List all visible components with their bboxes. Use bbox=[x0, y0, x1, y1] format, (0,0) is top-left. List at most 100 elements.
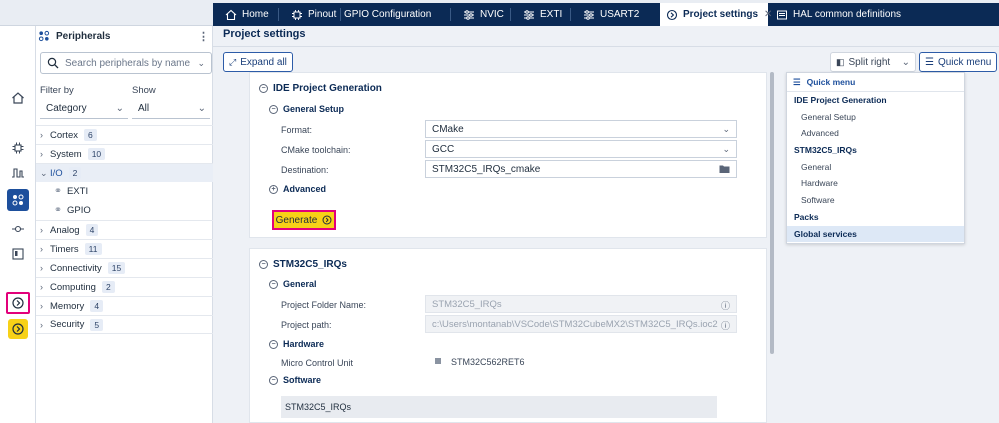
middleware-rail-button[interactable] bbox=[8, 219, 28, 239]
home-rail-button[interactable] bbox=[8, 88, 28, 108]
count-badge: 2 bbox=[68, 167, 82, 179]
software-header[interactable]: − Software bbox=[269, 375, 321, 385]
tab-pinout[interactable]: Pinout bbox=[285, 3, 342, 26]
tab-usart2[interactable]: USART2 bbox=[577, 3, 645, 26]
tree-item-label: Security bbox=[50, 319, 85, 330]
tab-hal-common-definitions[interactable]: HAL common definitions bbox=[770, 3, 907, 26]
project-general-header[interactable]: − General bbox=[269, 279, 317, 289]
quick-menu-item-general-setup[interactable]: General Setup bbox=[787, 109, 964, 125]
peripherals-title: Peripherals bbox=[56, 30, 111, 42]
filter-by-value: Category bbox=[46, 103, 87, 114]
toolchain-select[interactable]: GCC ⌄ bbox=[425, 140, 737, 158]
quick-menu-item-advanced[interactable]: Advanced bbox=[787, 125, 964, 141]
tree-subitem-gpio[interactable]: ⚭ GPIO bbox=[54, 201, 91, 220]
hardware-header[interactable]: − Hardware bbox=[269, 339, 324, 349]
doc-icon bbox=[776, 9, 788, 21]
count-badge: 6 bbox=[83, 129, 97, 141]
chevron-right-icon: › bbox=[40, 301, 43, 311]
top-tab-bar: Home Pinout GPIO Configuration NVIC EXTI… bbox=[0, 0, 999, 26]
generate-button[interactable]: Generate bbox=[272, 210, 336, 230]
quick-menu-item-hardware[interactable]: Hardware bbox=[787, 175, 964, 191]
quick-menu-button[interactable]: ☰ Quick menu bbox=[919, 52, 998, 72]
count-badge: 5 bbox=[90, 318, 104, 331]
tree-item-memory[interactable]: › Memory 4 bbox=[36, 296, 213, 315]
ide-section-header[interactable]: − IDE Project Generation bbox=[259, 83, 382, 94]
home-icon bbox=[225, 9, 237, 21]
chevron-down-icon: ⌄ bbox=[197, 103, 206, 114]
tree-subitem-exti[interactable]: ⚭ EXTI bbox=[54, 182, 88, 201]
destination-input[interactable]: STM32C5_IRQs_cmake bbox=[425, 160, 737, 178]
scrollbar[interactable] bbox=[770, 72, 774, 354]
tree-item-analog[interactable]: › Analog 4 bbox=[36, 220, 213, 239]
search-input[interactable]: Search peripherals by name ⌄ bbox=[40, 52, 212, 74]
tab-label: USART2 bbox=[600, 9, 640, 20]
chevron-right-icon: › bbox=[40, 263, 43, 273]
peripherals-rail-button[interactable] bbox=[7, 189, 29, 211]
quick-menu-item-label: Packs bbox=[794, 212, 819, 222]
tab-project-settings[interactable]: Project settings ✕ bbox=[660, 3, 772, 26]
tree-item-cortex[interactable]: › Cortex 6 bbox=[36, 125, 213, 144]
filter-by-select[interactable]: Category ⌄ bbox=[40, 99, 128, 119]
advanced-title: Advanced bbox=[283, 184, 327, 194]
tab-divider bbox=[510, 8, 511, 21]
more-options-icon[interactable]: ⋮ bbox=[198, 30, 209, 43]
split-icon: ◧ bbox=[836, 56, 845, 67]
collapse-icon: − bbox=[269, 339, 278, 349]
tree-item-timers[interactable]: › Timers 11 bbox=[36, 239, 213, 258]
expand-icon: ⤢ bbox=[229, 56, 237, 67]
chevron-right-icon: › bbox=[40, 130, 43, 140]
show-select[interactable]: All ⌄ bbox=[132, 99, 210, 119]
home-icon bbox=[12, 92, 24, 104]
general-setup-header[interactable]: − General Setup bbox=[269, 104, 344, 114]
quick-menu-item-packs[interactable]: Packs bbox=[787, 209, 964, 225]
tab-nvic[interactable]: NVIC bbox=[457, 3, 510, 26]
chevron-down-icon: ⌄ bbox=[40, 167, 48, 178]
tab-label: Pinout bbox=[308, 9, 337, 20]
chevron-down-icon: ⌄ bbox=[197, 58, 205, 68]
quick-menu-item-project[interactable]: STM32C5_IRQs bbox=[787, 142, 964, 158]
chevron-down-icon: ⌄ bbox=[901, 56, 910, 68]
project-settings-rail-button[interactable] bbox=[6, 292, 30, 314]
advanced-header[interactable]: + Advanced bbox=[269, 184, 326, 194]
quick-menu-item-global-services[interactable]: Global services bbox=[787, 226, 964, 242]
tab-divider bbox=[278, 8, 279, 21]
format-label: Format: bbox=[281, 125, 313, 135]
clock-signal-rail-button[interactable] bbox=[8, 163, 28, 183]
tree-item-system[interactable]: › System 10 bbox=[36, 144, 213, 163]
quick-menu-item-general[interactable]: General bbox=[787, 159, 964, 175]
page-title: Project settings bbox=[223, 28, 306, 40]
info-icon[interactable]: ⓘ bbox=[721, 319, 730, 332]
chevron-right-icon: › bbox=[40, 319, 43, 330]
tree-item-label: Timers bbox=[50, 243, 79, 255]
collapse-icon: − bbox=[259, 84, 268, 93]
folder-name-label: Project Folder Name: bbox=[281, 300, 367, 310]
tab-exti[interactable]: EXTI bbox=[517, 3, 568, 26]
collapse-icon: − bbox=[269, 104, 278, 114]
format-select[interactable]: CMake ⌄ bbox=[425, 120, 737, 138]
quick-menu-item-label: Software bbox=[801, 195, 835, 205]
tree-item-computing[interactable]: › Computing 2 bbox=[36, 277, 213, 296]
split-right-button[interactable]: ◧ Split right ⌄ bbox=[830, 52, 916, 72]
quick-menu-item-ide[interactable]: IDE Project Generation bbox=[787, 92, 964, 108]
tree-item-security[interactable]: › Security 5 bbox=[36, 315, 213, 334]
tree-item-io[interactable]: ⌄ I/O 2 bbox=[36, 163, 213, 182]
tab-home[interactable]: Home bbox=[219, 3, 275, 26]
generate-icon bbox=[322, 215, 332, 225]
tree-item-connectivity[interactable]: › Connectivity 15 bbox=[36, 258, 213, 277]
folder-icon[interactable] bbox=[719, 164, 730, 176]
mcu-value: STM32C562RET6 bbox=[451, 357, 525, 367]
board-rail-button[interactable] bbox=[8, 244, 28, 264]
tab-gpio-configuration[interactable]: GPIO Configuration bbox=[338, 3, 437, 26]
folder-name-value: STM32C5_IRQs bbox=[432, 298, 502, 310]
generate-rail-button[interactable] bbox=[8, 319, 28, 339]
split-right-label: Split right bbox=[848, 56, 891, 68]
expand-all-button[interactable]: ⤢ Expand all bbox=[223, 52, 293, 72]
peripherals-icon bbox=[12, 194, 24, 206]
quick-menu-item-software[interactable]: Software bbox=[787, 192, 964, 208]
chip-rail-button[interactable] bbox=[8, 138, 28, 158]
show-label: Show bbox=[132, 85, 156, 96]
info-icon[interactable]: ⓘ bbox=[721, 299, 730, 312]
project-section-header[interactable]: − STM32C5_IRQs bbox=[259, 259, 347, 270]
toolchain-value: GCC bbox=[432, 143, 455, 155]
software-project-row[interactable]: STM32C5_IRQs bbox=[281, 396, 717, 418]
